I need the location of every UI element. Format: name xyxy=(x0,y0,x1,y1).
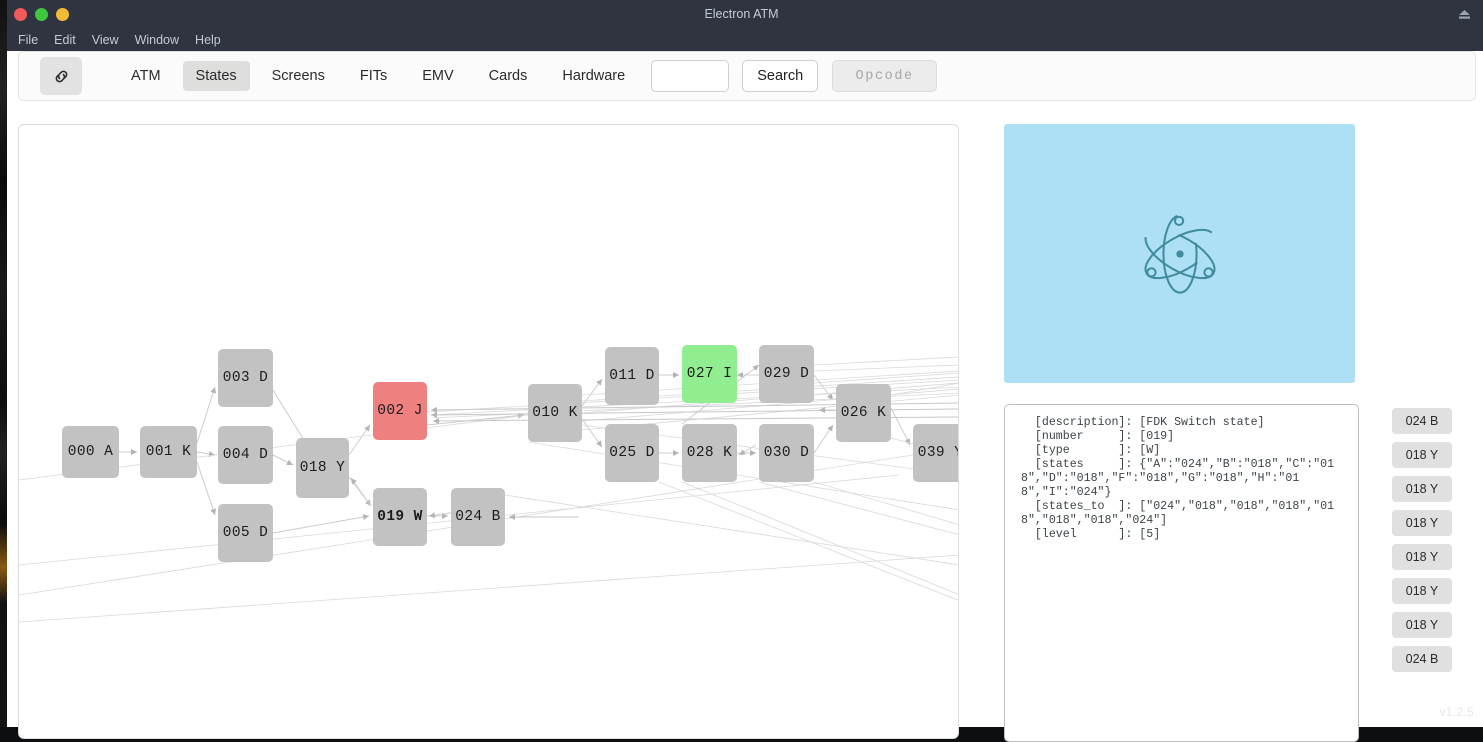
minimize-button[interactable] xyxy=(35,8,48,21)
state-chip[interactable]: 024 B xyxy=(1392,408,1452,434)
graph-node[interactable]: 002 J xyxy=(373,382,427,440)
window-title: Electron ATM xyxy=(704,7,779,21)
graph-node[interactable]: 018 Y xyxy=(296,438,349,498)
graph-node[interactable]: 028 K xyxy=(682,424,737,482)
graph-node[interactable]: 029 D xyxy=(759,345,814,403)
traffic-light-group xyxy=(14,8,69,21)
state-chip[interactable]: 018 Y xyxy=(1392,442,1452,468)
search-input[interactable] xyxy=(651,60,730,92)
link-button[interactable] xyxy=(40,57,82,95)
graph-node[interactable]: 004 D xyxy=(218,426,273,484)
graph-node[interactable]: 003 D xyxy=(218,349,273,407)
state-chip[interactable]: 018 Y xyxy=(1392,612,1452,638)
graph-node[interactable]: 025 D xyxy=(605,424,659,482)
state-chip[interactable]: 018 Y xyxy=(1392,578,1452,604)
tab-screens[interactable]: Screens xyxy=(259,61,338,91)
eject-icon[interactable] xyxy=(1458,9,1471,20)
state-chip-list: 024 B 018 Y 018 Y 018 Y 018 Y 018 Y 018 Y 024 B xyxy=(1392,408,1452,680)
state-chip[interactable]: 024 B xyxy=(1392,646,1452,672)
menu-item-file[interactable]: File xyxy=(10,31,46,49)
search-button[interactable]: Search xyxy=(742,60,819,92)
nav-tabs: ATM States Screens FITs EMV Cards Hardwa… xyxy=(118,61,647,91)
electron-logo-panel xyxy=(1004,124,1355,383)
state-chip[interactable]: 018 Y xyxy=(1392,510,1452,536)
state-chip[interactable]: 018 Y xyxy=(1392,476,1452,502)
graph-node[interactable]: 005 D xyxy=(218,504,273,562)
graph-node[interactable]: 026 K xyxy=(836,384,891,442)
zoom-button[interactable] xyxy=(56,8,69,21)
menu-item-view[interactable]: View xyxy=(84,31,127,49)
graph-node[interactable]: 019 W xyxy=(373,488,427,546)
opcode-button: Opcode xyxy=(832,60,938,92)
tab-hardware[interactable]: Hardware xyxy=(549,61,638,91)
app-body: ATM States Screens FITs EMV Cards Hardwa… xyxy=(7,51,1483,742)
state-details-panel: [description]: [FDK Switch state] [numbe… xyxy=(1004,404,1359,742)
link-icon xyxy=(55,70,67,82)
tab-atm[interactable]: ATM xyxy=(118,61,174,91)
menu-item-edit[interactable]: Edit xyxy=(46,31,84,49)
version-label: v1.2.5 xyxy=(1439,705,1474,719)
graph-node[interactable]: 000 A xyxy=(62,426,119,478)
tab-states[interactable]: States xyxy=(182,61,250,91)
state-chip[interactable]: 018 Y xyxy=(1392,544,1452,570)
graph-node[interactable]: 010 K xyxy=(528,384,582,442)
close-button[interactable] xyxy=(14,8,27,21)
electron-logo-icon xyxy=(1144,213,1215,294)
graph-node[interactable]: 024 B xyxy=(451,488,505,546)
menu-bar: File Edit View Window Help xyxy=(0,28,1483,51)
desktop-edge-strip xyxy=(0,0,7,727)
tab-emv[interactable]: EMV xyxy=(409,61,466,91)
app-root: Electron ATM File Edit View Window Help xyxy=(0,0,1483,742)
menu-item-help[interactable]: Help xyxy=(187,31,229,49)
tab-fits[interactable]: FITs xyxy=(347,61,400,91)
graph-node[interactable]: 001 K xyxy=(140,426,197,478)
states-graph-panel[interactable]: 000 A 001 K 003 D 004 D 005 D 018 Y 002 J 019 W… xyxy=(18,124,959,739)
tab-cards[interactable]: Cards xyxy=(476,61,541,91)
graph-node[interactable]: 011 D xyxy=(605,347,659,405)
title-bar: Electron ATM xyxy=(0,0,1483,28)
graph-node[interactable]: 027 I xyxy=(682,345,737,403)
menu-item-window[interactable]: Window xyxy=(127,31,187,49)
graph-node[interactable]: 039 Y xyxy=(913,424,958,482)
toolbar: ATM States Screens FITs EMV Cards Hardwa… xyxy=(18,51,1476,101)
state-details-text: [description]: [FDK Switch state] [numbe… xyxy=(1021,416,1335,541)
graph-node[interactable]: 030 D xyxy=(759,424,814,482)
